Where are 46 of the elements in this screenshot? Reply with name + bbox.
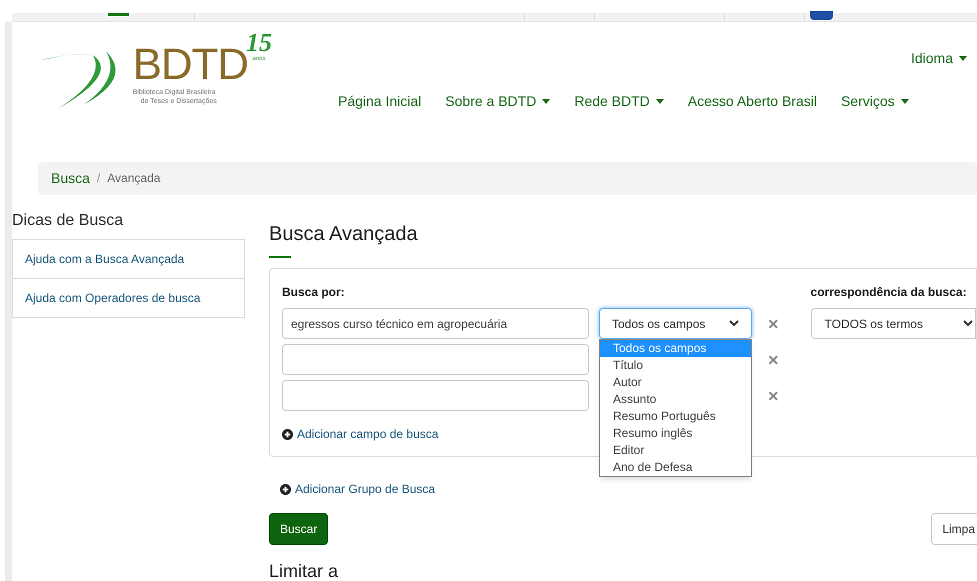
remove-term-button[interactable]: × (768, 386, 779, 404)
search-term-field[interactable] (282, 380, 589, 411)
caret-icon (656, 99, 664, 104)
limit-heading: Limitar a (269, 561, 340, 581)
dropdown-option[interactable]: Autor (600, 374, 751, 391)
sidebar-link[interactable]: Ajuda com a Busca Avançada (13, 240, 244, 278)
nav-link[interactable]: Serviços (840, 91, 909, 112)
sidebar-title: Dicas de Busca (12, 211, 124, 231)
breadcrumb-separator: / (96, 170, 102, 188)
chevron-icon (963, 320, 973, 327)
clear-button[interactable]: Limpa (931, 513, 977, 545)
language-menu[interactable]: Idioma (910, 48, 967, 69)
chevron-icon (729, 320, 739, 327)
search-term-field[interactable]: egressos curso técnico em agropecuária (282, 308, 589, 339)
remove-term-button[interactable]: × (768, 314, 779, 332)
dropdown-option[interactable]: Ano de Defesa (600, 459, 751, 476)
logo-wordmark: BDTD (132, 42, 248, 88)
sidebar-link[interactable]: Ajuda com Operadores de busca (13, 278, 244, 317)
nav-link[interactable]: Página Inicial (338, 91, 422, 112)
nav-link[interactable]: Rede BDTD (574, 91, 664, 112)
breadcrumb-link[interactable]: Busca (51, 168, 90, 189)
search-button[interactable]: Buscar (269, 513, 328, 545)
dropdown-option[interactable]: Assunto (600, 391, 751, 408)
add-group-link[interactable]: Adicionar Grupo de Busca (280, 480, 436, 498)
caret-icon (900, 99, 909, 104)
dropdown-option[interactable]: Título (600, 357, 751, 374)
field-select[interactable]: Todos os campos (599, 308, 752, 339)
caret-icon (959, 56, 967, 61)
nav-link[interactable]: Acesso Aberto Brasil (688, 91, 817, 112)
plus-circle-icon (280, 484, 291, 494)
page-title: Busca Avançada (269, 222, 419, 246)
match-label: correspondência da busca: (810, 285, 968, 300)
search-term-field[interactable] (282, 344, 589, 375)
toolbar-icon[interactable] (810, 11, 833, 20)
match-select[interactable]: TODOS os termos (810, 308, 976, 339)
remove-term-button[interactable]: × (768, 350, 779, 368)
logo-anniversary-number: 15 (246, 30, 272, 56)
dropdown-option[interactable]: Editor (600, 442, 751, 459)
add-field-link[interactable]: Adicionar campo de busca (282, 425, 589, 443)
nav-link[interactable]: Sobre a BDTD (445, 91, 550, 112)
breadcrumb-current: Avançada (107, 170, 160, 188)
dropdown-option[interactable]: Resumo Português (600, 408, 751, 425)
caret-icon (542, 99, 550, 104)
search-label: Busca por: (282, 285, 346, 300)
plus-circle-icon (282, 428, 293, 440)
dropdown-option[interactable]: Resumo inglês (600, 425, 751, 442)
